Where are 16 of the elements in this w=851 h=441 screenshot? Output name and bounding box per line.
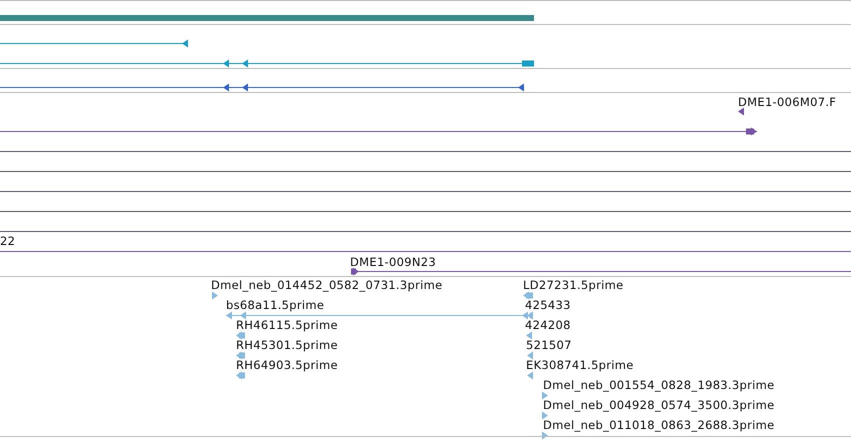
feature-label: 22 <box>0 234 16 248</box>
feature-label: LD27231.5prime <box>523 278 624 292</box>
feature-label: DME1-006M07.F <box>738 95 836 109</box>
feature-label: Dmel_neb_011018_0863_2688.3prime <box>543 418 774 432</box>
feature-label: bs68a11.5prime <box>226 298 324 312</box>
feature-label: RH46115.5prime <box>236 318 338 332</box>
feature-label: 521507 <box>526 338 572 352</box>
feature-label: Dmel_neb_014452_0582_0731.3prime <box>211 278 442 292</box>
feature-label: EK308741.5prime <box>526 358 634 372</box>
feature-label: 424208 <box>525 318 571 332</box>
feature-label: 425433 <box>525 298 571 312</box>
feature-label: Dmel_neb_001554_0828_1983.3prime <box>543 378 774 392</box>
feature-label: RH45301.5prime <box>236 338 338 352</box>
feature-label: DME1-009N23 <box>350 255 436 269</box>
feature-label: Dmel_neb_004928_0574_3500.3prime <box>543 398 774 412</box>
feature-label: RH64903.5prime <box>236 358 338 372</box>
